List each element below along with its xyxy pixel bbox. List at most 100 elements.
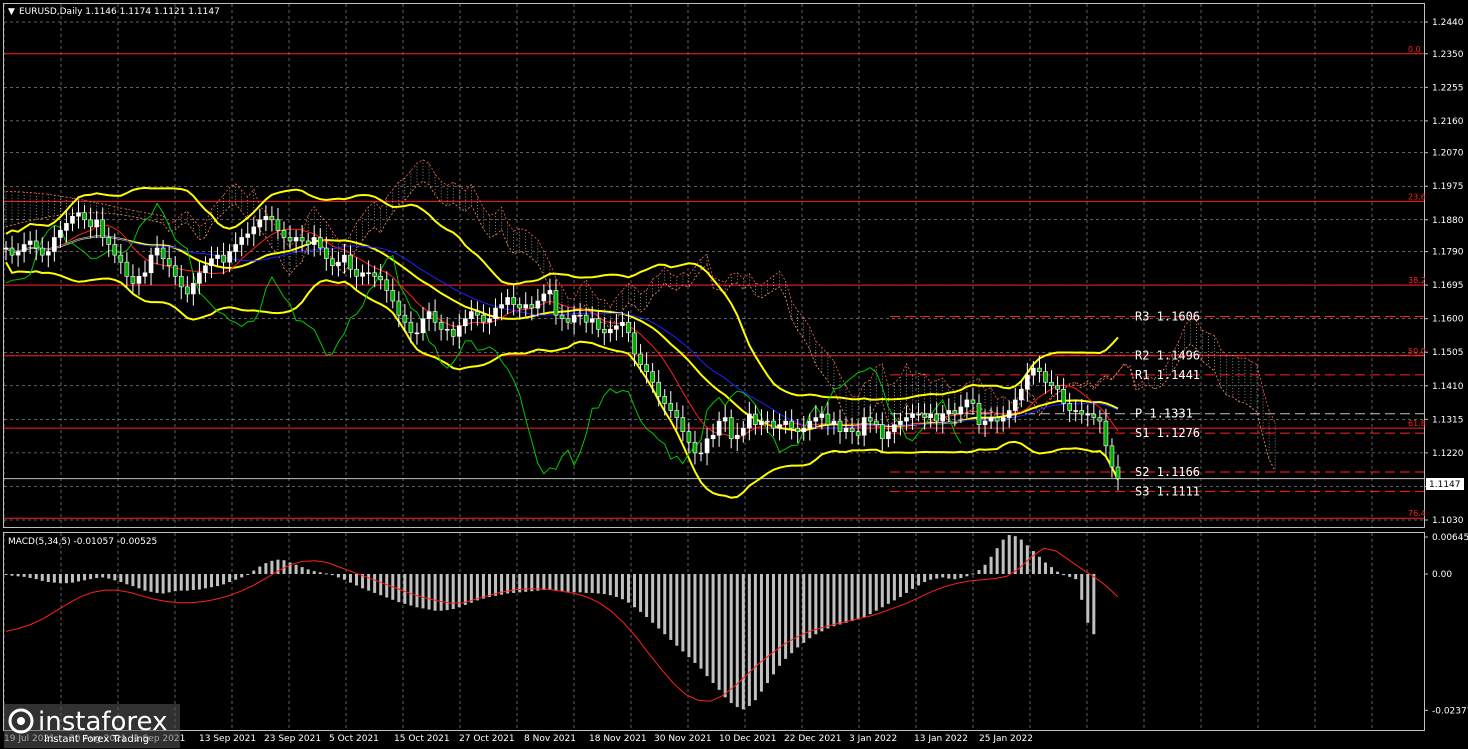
candle-bear: [553, 290, 559, 316]
macd-hist-bar: [651, 574, 655, 623]
macd-hist-bar: [584, 574, 588, 593]
candle-bear: [384, 279, 390, 291]
macd-hist-bar: [1037, 556, 1041, 574]
macd-hist-bar: [10, 574, 14, 576]
bollinger-lower: [5, 261, 1119, 499]
price-tick-label: 1.1880: [1432, 216, 1464, 226]
macd-hist-bar: [765, 574, 769, 683]
candle-bear: [396, 300, 402, 316]
macd-hist-bar: [415, 574, 419, 608]
price-axis: 1.2440 1.2350 1.2255 1.2160 1.2070 1.1975 1.18…: [1424, 18, 1468, 716]
candle-bear: [970, 399, 976, 404]
candle-bear: [378, 275, 383, 281]
instaforex-logo-icon: [8, 708, 34, 734]
macd-hist-bar: [953, 574, 957, 580]
macd-hist-bar: [989, 556, 993, 574]
candle-bull: [191, 283, 196, 295]
fib-level-label: 38.2: [1408, 276, 1426, 285]
candle-bull: [233, 244, 238, 252]
candle-bear: [82, 212, 87, 221]
macd-hist-bar: [657, 574, 661, 629]
price-tick-label: 1.1600: [1432, 315, 1464, 325]
macd-hist-bar: [367, 574, 371, 591]
macd-hist-bar: [772, 574, 776, 675]
macd-hist-bar: [330, 574, 334, 576]
candle-bear: [481, 314, 486, 323]
chart-header-symbol-icon: ▼: [8, 7, 15, 17]
macd-hist-bar: [34, 574, 38, 580]
macd-hist-bar: [270, 560, 274, 574]
macd-hist-bar: [252, 570, 256, 574]
candle-bull: [831, 420, 837, 425]
macd-hist-bar: [355, 574, 359, 586]
macd-hist-bar: [487, 574, 491, 597]
candle-bull: [982, 420, 988, 425]
macd-hist-bar: [784, 574, 788, 659]
macd-hist-bar: [16, 574, 20, 577]
candle-bull: [747, 413, 752, 429]
macd-hist-bar: [185, 574, 189, 591]
candle-bull: [414, 332, 420, 335]
candle-bear: [674, 410, 680, 418]
macd-hist-bar: [457, 574, 461, 608]
candle-bull: [142, 272, 148, 277]
candle-bull: [251, 226, 257, 235]
time-tick-label: 8 Nov 2021: [524, 734, 576, 744]
macd-hist-bar: [844, 574, 848, 623]
time-tick-label: 13 Jan 2022: [914, 734, 968, 744]
candle-bull: [463, 318, 468, 327]
candle-bull: [136, 275, 142, 284]
macd-hist-bar: [155, 574, 159, 593]
chart-area[interactable]: 0.0 23.6 38.2 50.0 61.8 76.4 R3 1.1606 R2 1.14…: [0, 0, 1468, 749]
candle-bear: [934, 413, 939, 422]
candle-bull: [227, 251, 232, 263]
macd-hist-bar: [1068, 574, 1072, 577]
candle-bear: [124, 261, 130, 277]
candle-bear: [662, 396, 668, 404]
candle-bear: [88, 219, 93, 228]
candle-bear: [39, 247, 45, 256]
candle-bear: [432, 311, 438, 323]
candle-bull: [1085, 413, 1091, 416]
fib-level-label: 50.0: [1408, 347, 1426, 356]
macd-hist-bar: [977, 569, 981, 574]
candle-bear: [1037, 367, 1042, 372]
candle-bear: [354, 268, 359, 277]
candle-bull: [589, 318, 595, 323]
candle-bear: [1067, 403, 1072, 411]
candle-bear: [305, 240, 311, 245]
macd-hist-bar: [70, 574, 74, 583]
price-tick-label: 1.1410: [1432, 382, 1464, 392]
candle-bull: [910, 413, 915, 418]
candle-bull: [94, 219, 99, 228]
candle-bull: [64, 223, 69, 231]
macd-hist-bar: [203, 574, 207, 589]
candle-bull: [716, 420, 722, 436]
candle-bull: [1031, 367, 1036, 376]
candle-bull: [722, 417, 728, 422]
macd-hist-bar: [929, 574, 933, 580]
candle-bear: [106, 237, 112, 245]
macd-hist-bar: [675, 574, 679, 646]
price-tick-label: 1.2440: [1432, 18, 1464, 28]
candle-bull: [487, 318, 492, 323]
macd-hist-bar: [258, 566, 262, 574]
time-tick-label: 15 Oct 2021: [394, 734, 450, 744]
time-tick-label: 23 Sep 2021: [264, 734, 321, 744]
price-tick-label: 1.1315: [1432, 415, 1464, 425]
macd-hist-bar: [379, 574, 383, 596]
candle-bull: [783, 420, 788, 425]
candle-bear: [867, 417, 873, 422]
macd-hist-bar: [699, 574, 703, 669]
candle-bear: [100, 219, 105, 238]
candle-bull: [608, 328, 613, 334]
time-tick-label: 27 Oct 2021: [459, 734, 515, 744]
time-tick-label: 5 Oct 2021: [329, 734, 379, 744]
candle-bull: [698, 452, 704, 455]
candle-bull: [734, 434, 740, 440]
macd-hist-bar: [554, 574, 558, 591]
candle-bear: [994, 417, 1000, 422]
macd-hist-bar: [898, 574, 902, 597]
candle-bull: [263, 215, 269, 221]
candle-bull: [21, 244, 27, 252]
